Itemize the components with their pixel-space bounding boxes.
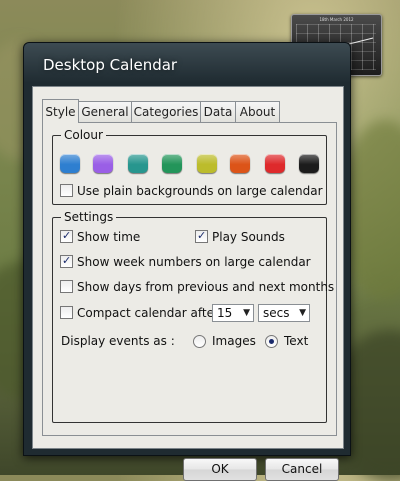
checkbox-box[interactable]: [60, 306, 73, 319]
swatch-teal[interactable]: [128, 154, 148, 173]
compact-calendar-label: Compact calendar after :: [77, 306, 227, 320]
colour-group: Colour Use plain backgrounds on large ca…: [52, 128, 327, 205]
compact-amount-value: 15: [217, 306, 233, 320]
checkbox-box[interactable]: ✓: [195, 229, 208, 243]
settings-legend: Settings: [61, 210, 117, 224]
tab-style[interactable]: Style: [42, 99, 79, 123]
title-bar[interactable]: Desktop Calendar: [24, 43, 350, 85]
cancel-button[interactable]: Cancel: [265, 458, 339, 481]
plain-backgrounds-label: Use plain backgrounds on large calendar: [77, 184, 323, 198]
show-days-label: Show days from previous and next months: [77, 280, 335, 294]
tab-about[interactable]: About: [235, 101, 280, 122]
compact-unit-value: secs: [263, 306, 290, 320]
window-title: Desktop Calendar: [43, 56, 178, 74]
dialog-client: Style General Categories Data About Colo…: [32, 86, 344, 481]
display-events-label: Display events as :: [61, 334, 175, 348]
checkbox-box[interactable]: ✓: [60, 229, 73, 243]
radio-text-label: Text: [284, 334, 309, 348]
swatch-blue[interactable]: [60, 154, 80, 173]
colour-legend: Colour: [61, 128, 106, 142]
chevron-down-icon: ▼: [243, 308, 250, 318]
radio-text[interactable]: [265, 335, 278, 348]
checkbox-box[interactable]: [60, 184, 73, 197]
checkbox-box[interactable]: [60, 280, 73, 293]
week-numbers-label: Show week numbers on large calendar: [77, 255, 311, 269]
settings-window: Desktop Calendar Style General Categorie…: [23, 42, 351, 481]
tab-data[interactable]: Data: [200, 101, 236, 122]
ok-button[interactable]: OK: [183, 458, 257, 481]
swatch-black[interactable]: [299, 154, 319, 173]
style-tab-panel: Colour Use plain backgrounds on large ca…: [42, 122, 337, 436]
tab-categories[interactable]: Categories: [131, 101, 201, 122]
mini-calendar-header: 18th March 2012: [319, 17, 354, 22]
compact-unit-select[interactable]: secs ▼: [258, 304, 310, 322]
checkbox-box[interactable]: ✓: [60, 254, 73, 268]
tab-general[interactable]: General: [78, 101, 132, 122]
radio-images-label: Images: [212, 334, 256, 348]
swatch-red[interactable]: [265, 154, 285, 173]
swatch-orange[interactable]: [230, 154, 250, 173]
show-time-label: Show time: [77, 230, 141, 244]
settings-group: Settings ✓ Show time ✓ Play Sounds ✓ Sho…: [52, 210, 334, 423]
chevron-down-icon: ▼: [299, 308, 306, 318]
swatch-green[interactable]: [162, 154, 182, 173]
swatch-yellow[interactable]: [197, 154, 217, 173]
compact-amount-select[interactable]: 15 ▼: [212, 304, 254, 322]
radio-images[interactable]: [193, 335, 206, 348]
play-sounds-label: Play Sounds: [212, 230, 285, 244]
swatch-purple[interactable]: [93, 154, 113, 173]
